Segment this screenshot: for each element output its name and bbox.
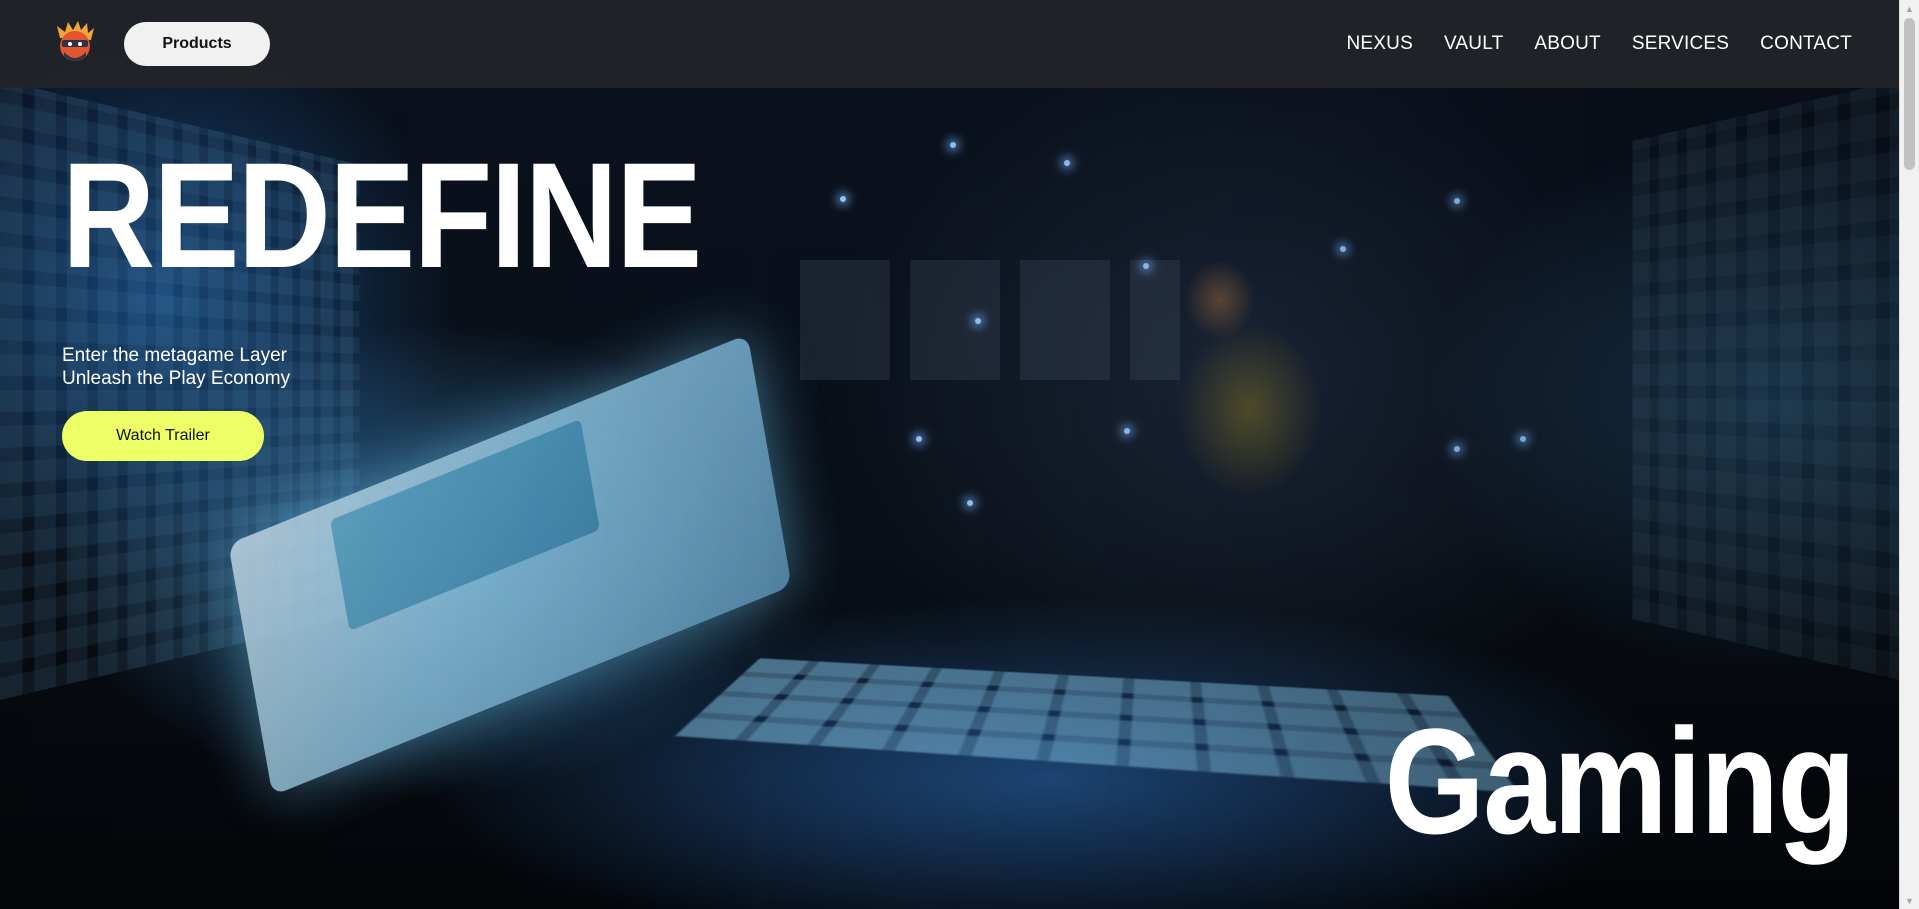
scrollbar-thumb[interactable] (1904, 18, 1915, 170)
nav-link-contact[interactable]: CONTACT (1760, 33, 1852, 55)
top-nav-bar: Products NEXUS VAULT ABOUT SERVICES CONT… (0, 0, 1900, 88)
tagline-line-1: Enter the metagame Layer (62, 345, 287, 366)
hero-tagline: Enter the metagame Layer Unleash the Pla… (62, 344, 290, 390)
hero-title: REDEFINE (62, 131, 702, 299)
page-scrollbar[interactable]: ▲ ▼ (1899, 0, 1919, 909)
hero-corner-word: Gaming (1384, 697, 1856, 865)
hero-video-background: Products NEXUS VAULT ABOUT SERVICES CONT… (0, 0, 1900, 909)
nav-link-vault[interactable]: VAULT (1444, 33, 1503, 55)
nav-link-about[interactable]: ABOUT (1534, 33, 1600, 55)
tagline-line-2: Unleash the Play Economy (62, 368, 291, 389)
main-nav: NEXUS VAULT ABOUT SERVICES CONTACT (1346, 0, 1852, 88)
scroll-down-arrow-icon[interactable]: ▼ (1900, 892, 1919, 909)
products-button[interactable]: Products (124, 22, 270, 66)
ninja-avatar-logo-icon[interactable] (54, 20, 96, 66)
nav-link-services[interactable]: SERVICES (1632, 33, 1729, 55)
scroll-up-arrow-icon[interactable]: ▲ (1900, 0, 1919, 17)
nav-link-nexus[interactable]: NEXUS (1346, 33, 1412, 55)
watch-trailer-button[interactable]: Watch Trailer (62, 411, 264, 461)
